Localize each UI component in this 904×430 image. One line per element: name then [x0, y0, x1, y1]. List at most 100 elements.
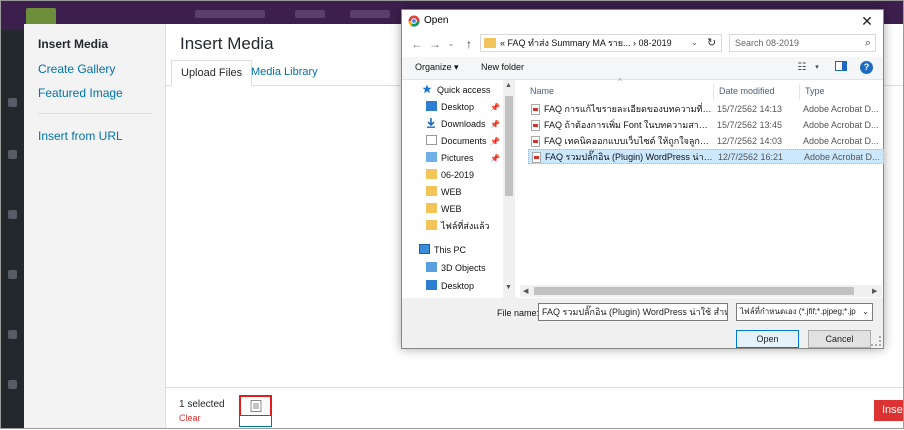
clear-selection-link[interactable]: Clear — [179, 413, 201, 423]
admin-sidebar — [0, 30, 24, 429]
nav-item-documents[interactable]: Documents — [426, 133, 487, 149]
help-icon[interactable]: ? — [860, 61, 873, 74]
open-file-dialog: Open ✕ ← → ⌄ ↑ « FAQ ทำส่ง Summary MA รา… — [401, 9, 884, 349]
pin-icon[interactable]: 📌 — [490, 137, 500, 146]
file-type: Adobe Acrobat D... — [804, 152, 880, 162]
chevron-down-icon: ⌄ — [862, 304, 869, 320]
scroll-down-icon[interactable]: ▼ — [505, 284, 512, 291]
nav-item-folder[interactable]: WEB — [426, 201, 462, 217]
folder-icon — [484, 38, 496, 48]
new-folder-button[interactable]: New folder — [481, 62, 524, 72]
dialog-titlebar: Open ✕ — [402, 10, 883, 32]
nav-item-3d-objects[interactable]: 3D Objects — [426, 260, 486, 276]
scrollbar-thumb[interactable] — [534, 287, 854, 295]
download-icon — [426, 117, 437, 128]
open-button[interactable]: Open — [736, 330, 799, 348]
file-name: FAQ เทคนิคออกแบบเว็บไซต์ ให้ถูกใจลูกค้า.… — [544, 136, 712, 146]
scroll-right-icon[interactable]: ▶ — [872, 287, 877, 295]
nav-item-downloads[interactable]: Downloads — [426, 116, 486, 132]
chevron-down-icon[interactable]: ⌄ — [691, 35, 698, 51]
menu-insert-from-url[interactable]: Insert from URL — [38, 129, 123, 143]
file-type: Adobe Acrobat D... — [803, 136, 879, 146]
menu-separator — [38, 113, 152, 114]
nav-item-folder[interactable]: WEB — [426, 184, 462, 200]
file-row[interactable]: FAQ การแก้ไขรายละเอียดของบทความที่มีอยู่… — [528, 102, 884, 117]
pin-icon[interactable]: 📌 — [490, 120, 500, 129]
nav-item-this-pc[interactable]: This PC — [419, 242, 466, 258]
admin-bar-item[interactable] — [195, 10, 265, 18]
search-box[interactable]: Search 08-2019 ⌕ — [729, 34, 876, 52]
file-type: Adobe Acrobat D... — [803, 120, 879, 130]
back-arrow-icon[interactable]: ← — [410, 36, 424, 52]
picture-icon — [426, 152, 437, 162]
pin-icon[interactable]: 📌 — [490, 154, 500, 163]
address-bar[interactable]: « FAQ ทำส่ง Summary MA ราย... › 08-2019 … — [480, 34, 722, 52]
scrollbar-thumb[interactable] — [505, 96, 513, 196]
view-options-icon[interactable]: ☷ — [794, 61, 810, 75]
menu-featured-image[interactable]: Featured Image — [38, 86, 123, 100]
column-header-type[interactable]: Type — [805, 86, 825, 96]
tab-upload-files[interactable]: Upload Files — [171, 60, 253, 86]
file-row[interactable]: FAQ ถ้าต้องการเพิ่ม Font ในบทความสามารถท… — [528, 118, 884, 133]
close-icon[interactable]: ✕ — [857, 12, 877, 30]
file-list-horizontal-scrollbar[interactable]: ◀ ▶ — [520, 285, 882, 297]
file-type: Adobe Acrobat D... — [803, 104, 879, 114]
pin-icon[interactable]: 📌 — [490, 103, 500, 112]
forward-arrow-icon[interactable]: → — [428, 36, 442, 52]
recent-locations-chevron-icon[interactable]: ⌄ — [444, 36, 458, 52]
resize-grip-icon[interactable] — [871, 336, 881, 346]
selected-attachment-thumbnail[interactable] — [239, 395, 272, 427]
desktop-icon — [426, 280, 437, 290]
organize-button[interactable]: Organize ▾ — [415, 62, 459, 73]
admin-bar-item[interactable] — [295, 10, 325, 18]
insert-into-post-button[interactable]: Inse — [874, 400, 904, 421]
modal-toolbar: 1 selected Clear Inse — [166, 387, 904, 430]
column-header-name[interactable]: Name — [530, 86, 554, 96]
menu-icon[interactable] — [8, 330, 17, 339]
folder-icon — [426, 203, 437, 213]
scroll-left-icon[interactable]: ◀ — [523, 287, 528, 295]
scroll-up-icon[interactable]: ▲ — [505, 82, 512, 89]
column-header-date[interactable]: Date modified — [719, 86, 775, 96]
menu-icon[interactable] — [8, 210, 17, 219]
menu-icon[interactable] — [8, 98, 17, 107]
nav-item-desktop[interactable]: Desktop — [426, 99, 474, 115]
admin-bar-item[interactable] — [350, 10, 390, 18]
preview-pane-icon[interactable] — [833, 61, 849, 75]
file-row-selected[interactable]: FAQ รวมปลั๊กอิน (Plugin) WordPress น่าใช… — [528, 149, 884, 164]
file-type-value: ไฟล์ที่กำหนดเอง (*.jfif;*.pjpeg;*.jp — [740, 307, 856, 316]
refresh-icon[interactable]: ↻ — [707, 35, 716, 51]
file-row[interactable]: FAQ เทคนิคออกแบบเว็บไซต์ ให้ถูกใจลูกค้า.… — [528, 134, 884, 149]
chevron-down-icon[interactable]: ▾ — [809, 61, 825, 75]
command-bar: Organize ▾ New folder ☷ ▾ ? — [402, 57, 883, 80]
nav-pane-scrollbar[interactable]: ▲ ▼ — [503, 80, 515, 298]
file-date: 12/7/2562 14:03 — [717, 136, 783, 146]
tab-media-library[interactable]: Media Library — [242, 60, 327, 84]
file-list: ^ Name Date modified Type FAQ การแก้ไขรา… — [524, 77, 884, 298]
nav-item-folder[interactable]: ไฟล์ที่ส่งแล้ว — [426, 218, 490, 234]
menu-icon[interactable] — [8, 270, 17, 279]
nav-item-pictures[interactable]: Pictures — [426, 150, 474, 166]
column-divider[interactable] — [713, 84, 714, 100]
cancel-button[interactable]: Cancel — [808, 330, 871, 348]
menu-create-gallery[interactable]: Create Gallery — [38, 62, 115, 76]
cube-icon — [426, 262, 437, 272]
dialog-title: Open — [424, 15, 449, 26]
nav-item-quick-access[interactable]: Quick access — [422, 82, 491, 98]
column-divider[interactable] — [799, 84, 800, 100]
navigation-bar: ← → ⌄ ↑ « FAQ ทำส่ง Summary MA ราย... › … — [402, 32, 883, 56]
search-placeholder: Search 08-2019 — [735, 38, 800, 48]
menu-icon[interactable] — [8, 380, 17, 389]
menu-insert-media[interactable]: Insert Media — [38, 37, 108, 51]
search-icon[interactable]: ⌕ — [865, 35, 871, 51]
sort-caret-icon: ^ — [618, 77, 622, 86]
file-type-select[interactable]: ไฟล์ที่กำหนดเอง (*.jfif;*.pjpeg;*.jp ⌄ — [736, 303, 873, 321]
document-icon — [426, 135, 437, 145]
address-path[interactable]: « FAQ ทำส่ง Summary MA ราย... › 08-2019 — [500, 35, 672, 51]
modal-title: Insert Media — [180, 34, 274, 53]
nav-item-folder[interactable]: 06-2019 — [426, 167, 474, 183]
up-arrow-icon[interactable]: ↑ — [462, 36, 476, 52]
menu-icon[interactable] — [8, 150, 17, 159]
file-name-input[interactable]: FAQ รวมปลั๊กอิน (Plugin) WordPress น่าใช… — [538, 303, 728, 321]
nav-item-desktop[interactable]: Desktop — [426, 278, 474, 294]
